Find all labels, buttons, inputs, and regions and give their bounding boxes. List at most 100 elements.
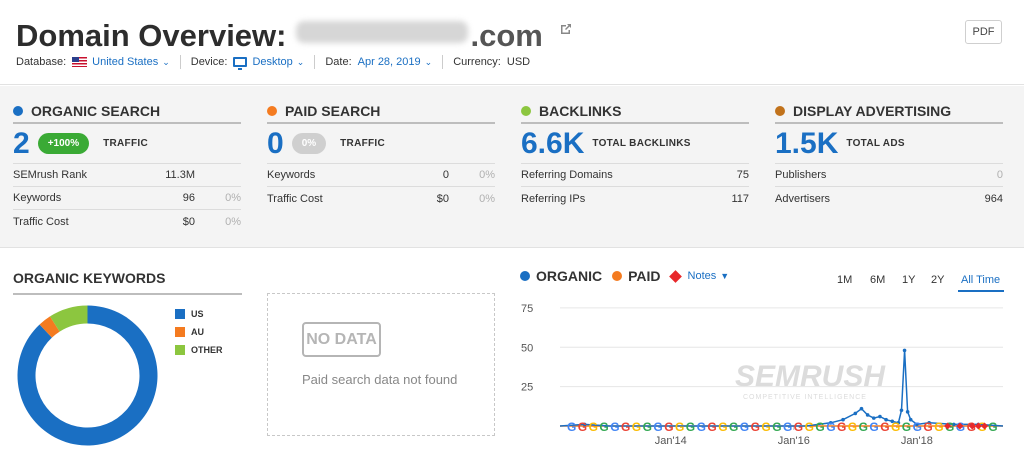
paid-traffic-value[interactable]: 0 — [267, 127, 284, 161]
section-underline — [13, 293, 242, 295]
legend-au[interactable]: AU — [175, 327, 204, 337]
page-title-prefix: Domain Overview: — [16, 18, 287, 53]
google-update-icon[interactable]: G — [934, 420, 943, 434]
legend-paid[interactable]: PAID — [628, 268, 660, 284]
google-update-icon[interactable]: G — [923, 420, 932, 434]
range-all-time[interactable]: All Time — [961, 274, 1000, 286]
display-advertising-card: DISPLAY ADVERTISING 1.5K TOTAL ADS Publi… — [775, 102, 1003, 210]
google-update-icon[interactable]: G — [772, 420, 781, 434]
paid-search-title[interactable]: PAID SEARCH — [285, 103, 380, 119]
organic-traffic-value[interactable]: 2 — [13, 127, 30, 161]
google-update-icon[interactable]: G — [837, 420, 846, 434]
data-point[interactable] — [905, 410, 910, 414]
divider — [314, 55, 316, 69]
semrush-watermark: SEMRUSH COMPETITIVE INTELLIGENCE — [735, 360, 886, 401]
organic-traffic-change-badge: +100% — [37, 133, 90, 154]
data-point[interactable] — [902, 348, 907, 353]
google-update-icon[interactable]: G — [621, 420, 630, 434]
google-update-icon[interactable]: G — [902, 420, 911, 434]
data-point[interactable] — [899, 408, 904, 413]
data-point[interactable] — [865, 413, 870, 417]
google-update-icon[interactable]: G — [826, 420, 835, 434]
google-update-icon[interactable]: G — [805, 420, 814, 434]
google-update-icon[interactable]: G — [632, 420, 641, 434]
pdf-export-button[interactable]: PDF — [965, 20, 1002, 44]
database-selector[interactable]: United States — [92, 56, 158, 68]
traffic-line-chart: SEMRUSH COMPETITIVE INTELLIGENCE 25 50 75 J… — [521, 303, 1004, 447]
summary-panel: ORGANIC SEARCH 2 +100% TRAFFIC SEMrush R… — [0, 86, 1024, 248]
filters-bar: Database: United States ⌄ Device: Desktop… — [16, 55, 530, 70]
data-point[interactable] — [878, 414, 882, 419]
google-update-icon[interactable]: G — [751, 420, 760, 434]
range-6m[interactable]: 6M — [870, 274, 885, 286]
legend-swatch — [175, 327, 185, 337]
google-update-icon[interactable]: G — [707, 420, 716, 434]
google-update-icon[interactable]: G — [880, 420, 889, 434]
blurred-domain-name — [296, 21, 469, 43]
google-update-icon[interactable]: G — [891, 420, 900, 434]
display-dot-icon — [775, 106, 785, 116]
google-update-icon[interactable]: G — [913, 420, 922, 434]
y-tick-label: 50 — [521, 342, 533, 354]
google-update-icon[interactable]: G — [815, 420, 824, 434]
display-advertising-title[interactable]: DISPLAY ADVERTISING — [793, 103, 951, 119]
chevron-down-icon[interactable]: ⌄ — [425, 57, 433, 68]
google-update-icon[interactable]: G — [783, 420, 792, 434]
active-range-underline — [958, 290, 1004, 292]
google-update-icon[interactable]: G — [610, 420, 619, 434]
google-update-icon[interactable]: G — [578, 420, 587, 434]
no-data-message: Paid search data not found — [302, 372, 458, 387]
google-update-icon[interactable]: G — [567, 420, 576, 434]
legend-swatch — [175, 309, 185, 319]
paid-keywords-empty-box — [267, 293, 495, 436]
google-update-icon[interactable]: G — [859, 420, 868, 434]
no-data-badge: NO DATA — [302, 322, 381, 357]
organic-keywords-title: ORGANIC KEYWORDS — [13, 270, 166, 286]
chevron-down-icon[interactable]: ⌄ — [297, 57, 305, 68]
range-2y[interactable]: 2Y — [931, 274, 944, 286]
range-1y[interactable]: 1Y — [902, 274, 915, 286]
legend-other[interactable]: OTHER — [175, 345, 223, 355]
device-selector[interactable]: Desktop — [252, 56, 292, 68]
google-update-icon[interactable]: G — [686, 420, 695, 434]
organic-search-card: ORGANIC SEARCH 2 +100% TRAFFIC SEMrush R… — [13, 102, 241, 233]
google-update-icon[interactable]: G — [869, 420, 878, 434]
google-update-icon[interactable]: G — [664, 420, 673, 434]
y-tick-label: 75 — [521, 303, 533, 315]
backlinks-title[interactable]: BACKLINKS — [539, 103, 621, 119]
total-ads-value[interactable]: 1.5K — [775, 127, 838, 161]
total-backlinks-value[interactable]: 6.6K — [521, 127, 584, 161]
organic-dot-icon — [520, 271, 530, 281]
metric-row: Keywords 0 0% — [267, 164, 495, 187]
device-label: Device: — [190, 56, 228, 68]
legend-us[interactable]: US — [175, 309, 204, 319]
google-update-icon[interactable]: G — [988, 420, 997, 434]
google-update-icon[interactable]: G — [740, 420, 749, 434]
chevron-down-icon[interactable]: ⌄ — [162, 57, 170, 68]
metric-row: Referring IPs 117 — [521, 192, 749, 205]
date-selector[interactable]: Apr 28, 2019 — [358, 56, 421, 68]
legend-organic[interactable]: ORGANIC — [536, 268, 602, 284]
organic-search-title[interactable]: ORGANIC SEARCH — [31, 103, 160, 119]
google-update-icon[interactable]: G — [718, 420, 727, 434]
donut-slice-us[interactable] — [17, 305, 158, 446]
data-point[interactable] — [859, 406, 864, 411]
google-update-icon[interactable]: G — [589, 420, 598, 434]
backlinks-card: BACKLINKS 6.6K TOTAL BACKLINKS Referring… — [521, 102, 749, 210]
chevron-down-icon[interactable]: ▼ — [720, 271, 729, 281]
google-update-icon[interactable]: G — [643, 420, 652, 434]
range-1m[interactable]: 1M — [837, 274, 852, 286]
google-update-icon[interactable]: G — [653, 420, 662, 434]
google-update-icon[interactable]: G — [697, 420, 706, 434]
backlinks-dot-icon — [521, 106, 531, 116]
google-update-icon[interactable]: G — [848, 420, 857, 434]
google-update-icon[interactable]: G — [729, 420, 738, 434]
desktop-monitor-icon — [233, 57, 248, 70]
google-update-icon[interactable]: G — [599, 420, 608, 434]
google-update-icon[interactable]: G — [761, 420, 770, 434]
google-update-icon[interactable]: G — [794, 420, 803, 434]
external-link-icon[interactable] — [559, 8, 573, 44]
google-update-icon[interactable]: G — [675, 420, 684, 434]
notes-dropdown[interactable]: Notes — [688, 270, 717, 282]
data-point[interactable] — [853, 411, 858, 416]
